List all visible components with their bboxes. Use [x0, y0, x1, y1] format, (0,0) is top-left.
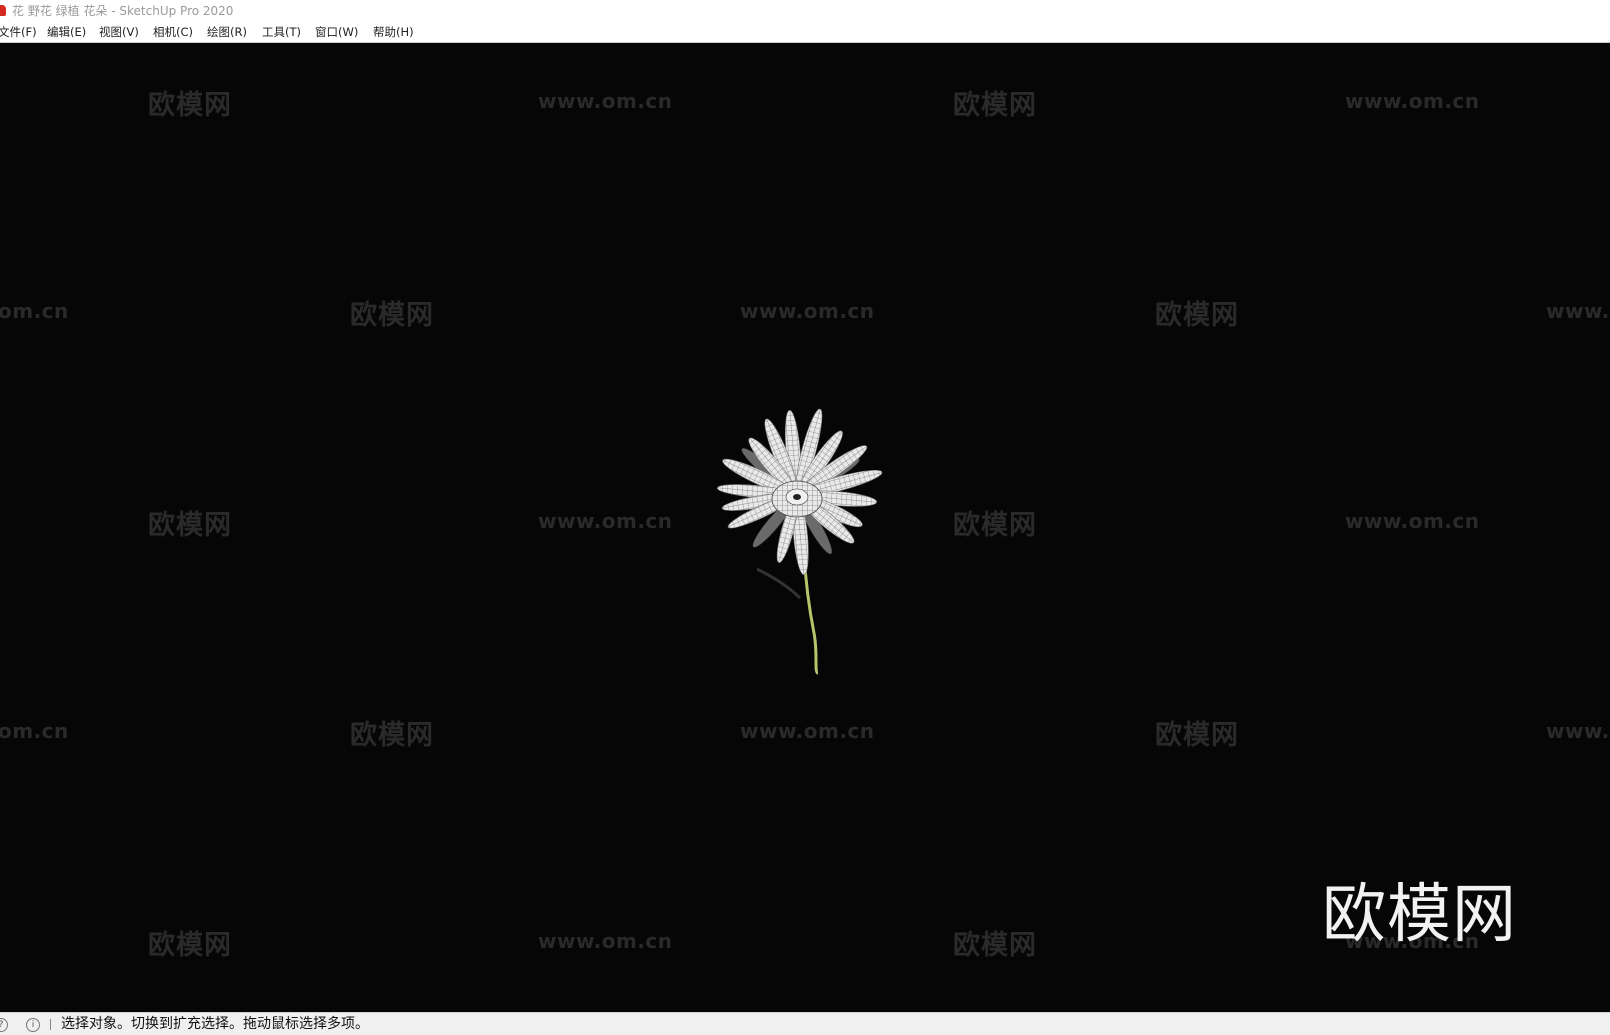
question-icon[interactable]: ?: [0, 1018, 8, 1032]
status-message: 选择对象。切换到扩充选择。拖动鼠标选择多项。: [61, 1016, 369, 1032]
menu-edit[interactable]: 编辑(E): [47, 22, 86, 42]
menu-draw[interactable]: 绘图(R): [207, 22, 247, 42]
flower-model[interactable]: [0, 43, 1610, 1012]
sketchup-window: 花 野花 绿植 花朵 - SketchUp Pro 2020 文件(F) 编辑(…: [0, 0, 1610, 1035]
menu-bar: 文件(F) 编辑(E) 视图(V) 相机(C) 绘图(R) 工具(T) 窗口(W…: [0, 22, 1610, 43]
flower-head: [717, 408, 883, 576]
menu-camera[interactable]: 相机(C): [153, 22, 193, 42]
menu-view[interactable]: 视图(V): [99, 22, 139, 42]
menu-help[interactable]: 帮助(H): [373, 22, 414, 42]
model-viewport[interactable]: 欧模网 www.om.cn 欧模网 www.om.cn om.cn 欧模网 ww…: [0, 43, 1610, 1012]
menu-window[interactable]: 窗口(W): [315, 22, 358, 42]
sketchup-app-icon: [0, 5, 6, 16]
menu-file[interactable]: 文件(F): [0, 22, 37, 42]
title-bar: 花 野花 绿植 花朵 - SketchUp Pro 2020: [0, 0, 1610, 22]
menu-tools[interactable]: 工具(T): [262, 22, 301, 42]
info-icon[interactable]: i: [26, 1018, 40, 1032]
status-divider: [50, 1019, 51, 1030]
flower-leaf: [756, 567, 802, 600]
window-title: 花 野花 绿植 花朵 - SketchUp Pro 2020: [12, 4, 234, 18]
status-bar: ? i 选择对象。切换到扩充选择。拖动鼠标选择多项。: [0, 1012, 1610, 1035]
